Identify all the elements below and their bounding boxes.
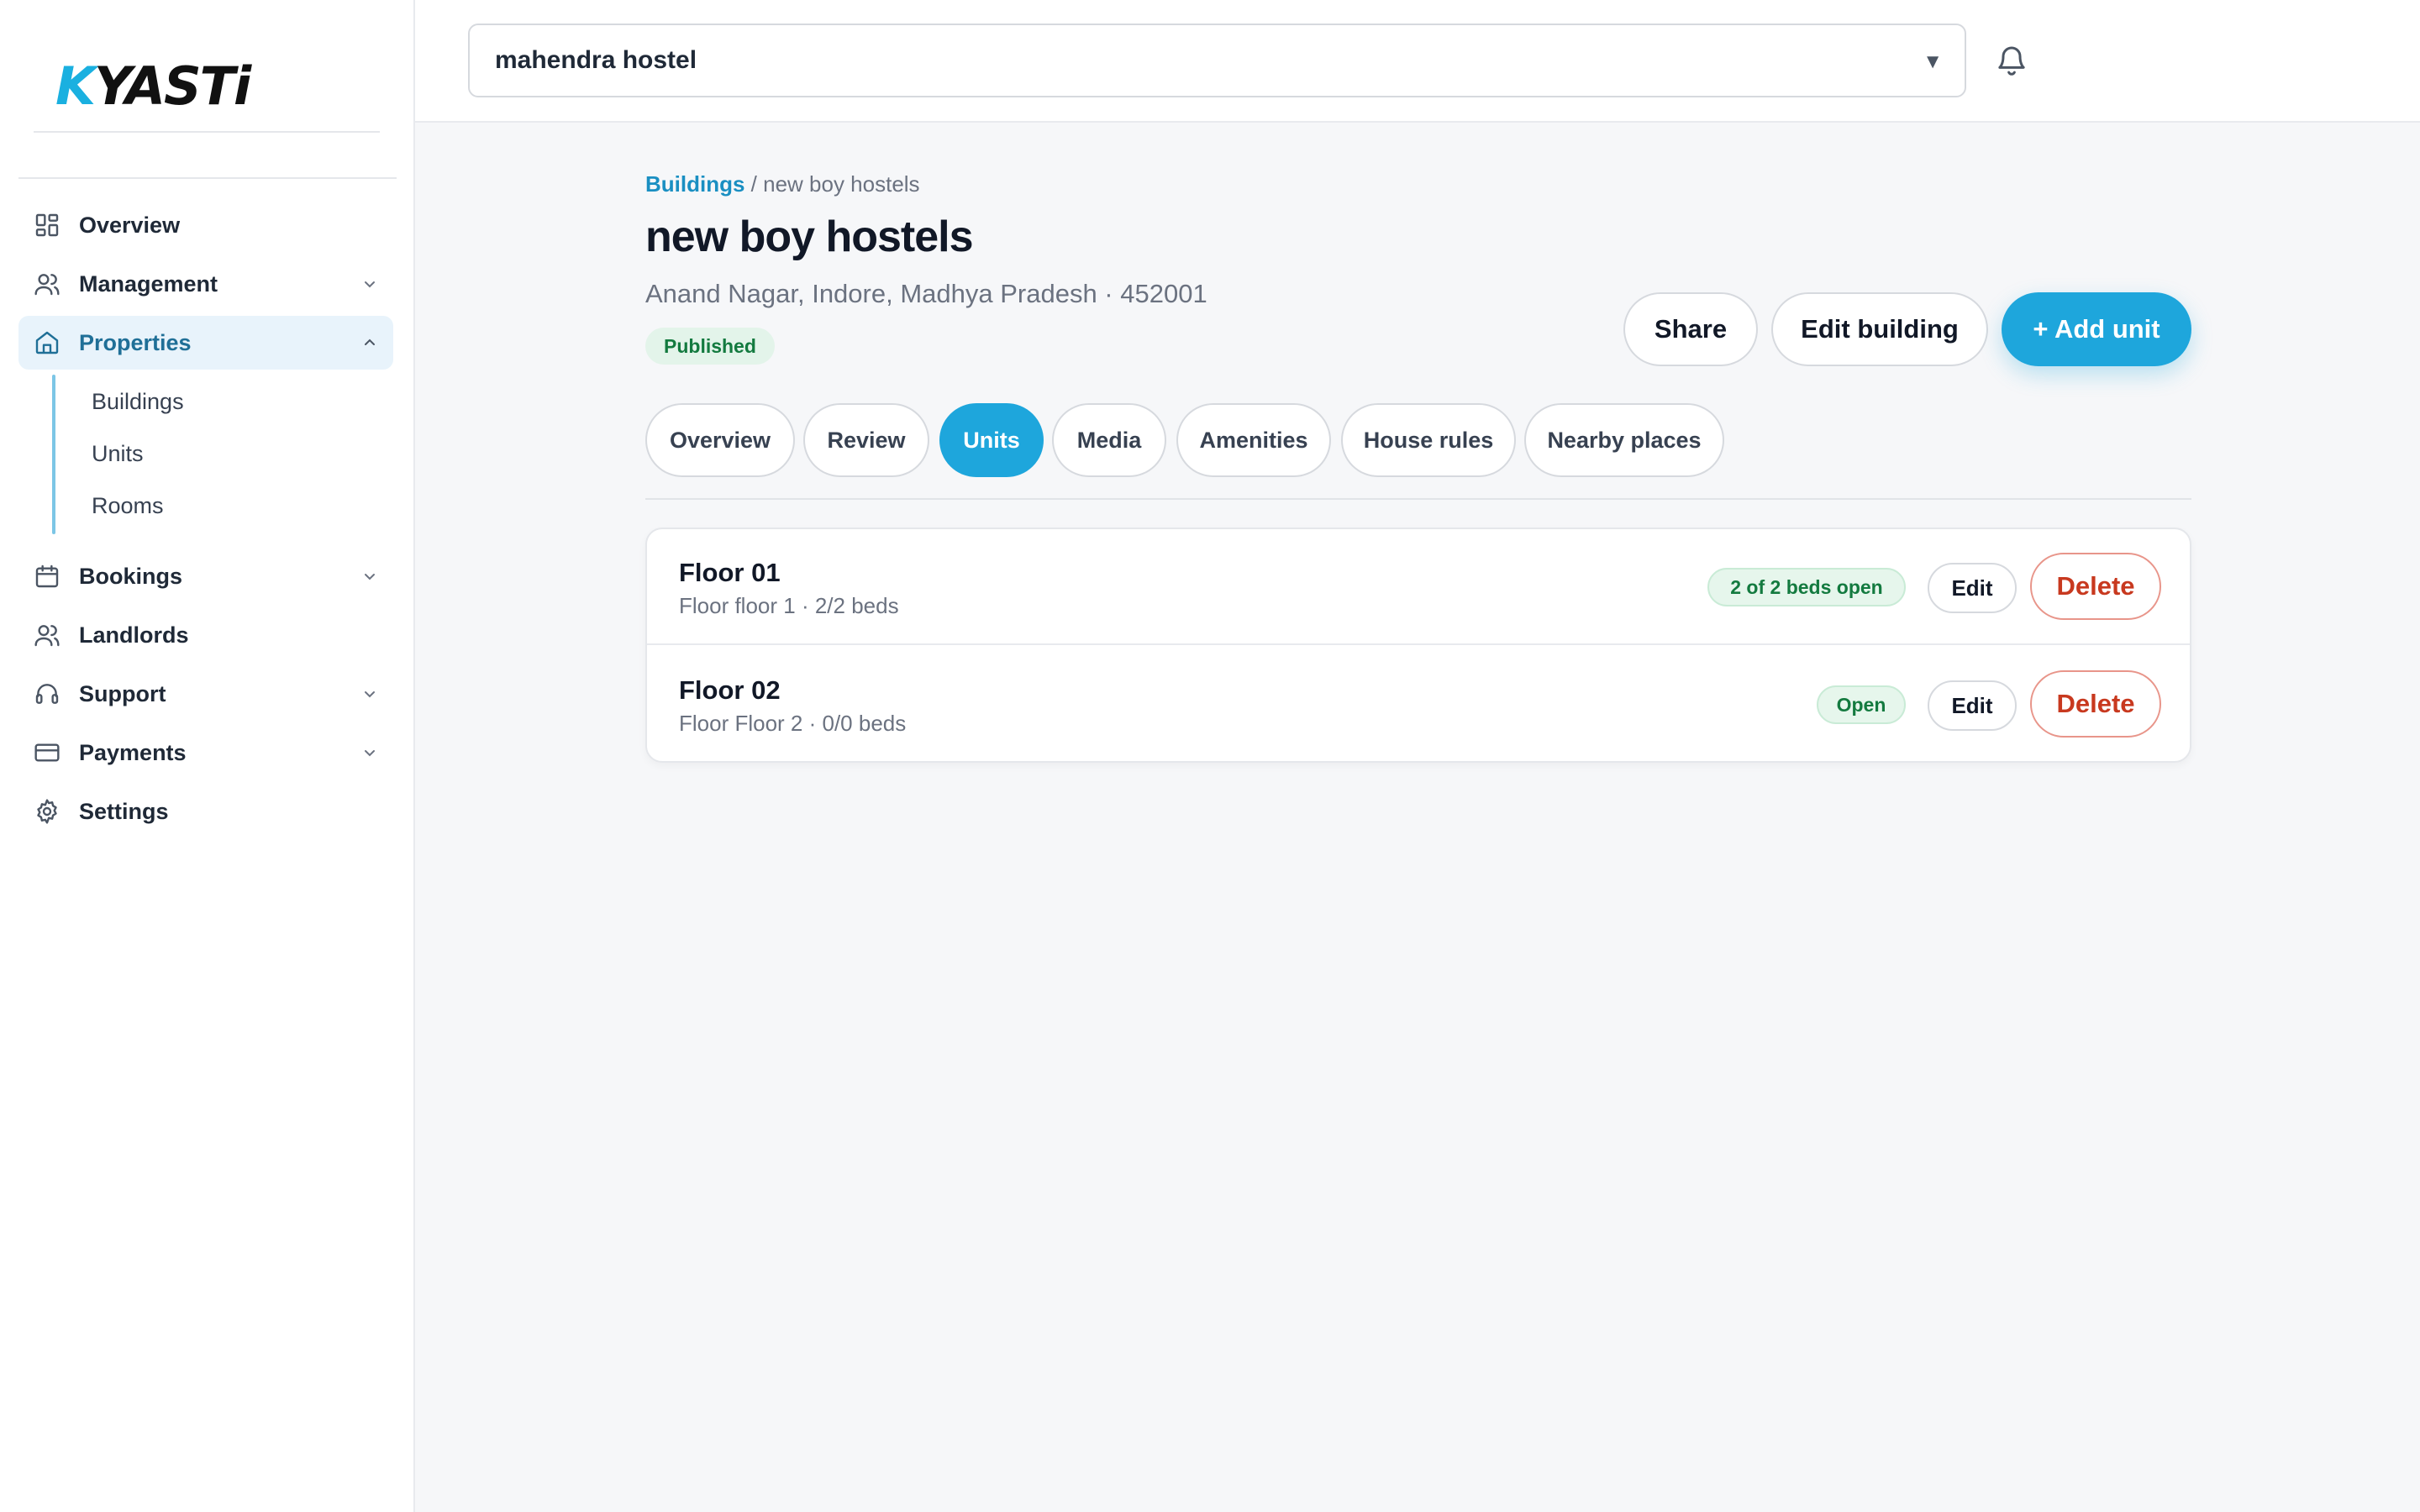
tab-nearby-places[interactable]: Nearby places [1524,403,1724,477]
share-button[interactable]: Share [1623,292,1758,366]
breadcrumb-link-buildings[interactable]: Buildings [645,171,744,197]
sidebar-item-properties[interactable]: Properties [18,316,393,370]
logo-area: KYASTi [34,34,380,133]
sidebar-item-overview[interactable]: Overview [18,198,393,252]
unit-meta: Floor floor 1 · 2/2 beds [679,593,899,618]
tab-review[interactable]: Review [803,403,929,477]
top-bar: mahendra hostel ▼ [415,0,2420,123]
edit-building-button[interactable]: Edit building [1771,292,1988,366]
users-icon [34,270,60,297]
credit-card-icon [34,739,60,766]
units-list: Floor 01 Floor floor 1 · 2/2 beds 2 of 2… [645,528,2191,763]
sidebar-subitem-rooms[interactable]: Rooms [92,489,164,522]
sidebar-item-payments[interactable]: Payments [18,726,393,780]
bell-icon[interactable] [1995,42,2028,79]
breadcrumb-separator: / [744,171,764,197]
sidebar-item-label: Support [79,680,166,706]
sidebar-item-label: Overview [79,212,181,238]
sidebar-item-landlords[interactable]: Landlords [18,608,393,662]
calendar-icon [34,563,60,590]
hostel-select-value: mahendra hostel [495,46,697,74]
sidebar-item-label: Management [79,270,218,297]
users-icon [34,622,60,648]
sidebar-item-management[interactable]: Management [18,257,393,311]
open-badge: Open [1817,685,1906,724]
unit-meta: Floor Floor 2 · 0/0 beds [679,711,907,736]
chevron-down-icon [361,744,378,761]
sidebar-item-support[interactable]: Support [18,667,393,721]
unit-name: Floor 01 [679,558,781,587]
tab-amenities[interactable]: Amenities [1176,403,1331,477]
chevron-down-icon [361,568,378,585]
sidebar-item-bookings[interactable]: Bookings [18,549,393,603]
grid-icon [34,212,60,239]
caret-down-icon: ▼ [1923,50,1943,73]
breadcrumb-current: new boy hostels [763,171,920,197]
chevron-down-icon [361,276,378,292]
add-unit-button[interactable]: + Add unit [2002,292,2191,366]
sidebar: KYASTi Overview Management Properties Bu… [0,0,415,1512]
logo[interactable]: KYASTi [55,60,251,113]
sidebar-item-label: Bookings [79,563,183,589]
edit-unit-button[interactable]: Edit [1928,680,2017,731]
list-item: Floor 02 Floor Floor 2 · 0/0 beds Open E… [647,647,2190,761]
beds-open-badge: 2 of 2 beds open [1707,568,1906,606]
headset-icon [34,680,60,707]
sidebar-item-settings[interactable]: Settings [18,785,393,838]
submenu-rail [52,375,55,534]
sidebar-subitem-buildings[interactable]: Buildings [92,385,184,418]
chevron-down-icon [361,685,378,702]
tab-media[interactable]: Media [1052,403,1166,477]
home-icon [34,329,60,356]
sidebar-divider [18,177,397,179]
unit-name: Floor 02 [679,675,781,705]
delete-unit-button[interactable]: Delete [2030,553,2161,620]
sidebar-item-label: Properties [79,329,192,355]
tab-house-rules[interactable]: House rules [1341,403,1516,477]
edit-unit-button[interactable]: Edit [1928,563,2017,613]
tab-units[interactable]: Units [939,403,1044,477]
hostel-select[interactable]: mahendra hostel ▼ [468,24,1966,97]
sidebar-item-label: Landlords [79,622,189,648]
page-title: new boy hostels [645,213,974,261]
sidebar-subitem-units[interactable]: Units [92,437,144,470]
breadcrumb: Buildings / new boy hostels [645,171,920,197]
list-item: Floor 01 Floor floor 1 · 2/2 beds 2 of 2… [647,529,2190,645]
building-address: Anand Nagar, Indore, Madhya Pradesh · 45… [645,279,1207,308]
chevron-up-icon [361,334,378,351]
sidebar-item-label: Settings [79,798,169,824]
tab-overview[interactable]: Overview [645,403,795,477]
status-badge: Published [645,328,775,365]
tabs-divider [645,498,2191,500]
delete-unit-button[interactable]: Delete [2030,670,2161,738]
gear-icon [34,798,60,825]
sidebar-item-label: Payments [79,739,187,765]
